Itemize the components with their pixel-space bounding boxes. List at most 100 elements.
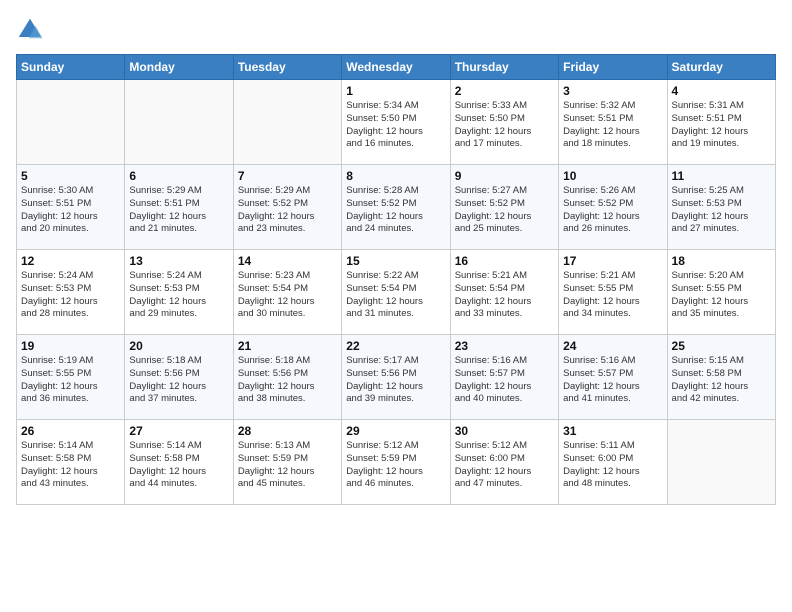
day-info: Sunrise: 5:28 AM Sunset: 5:52 PM Dayligh… bbox=[346, 185, 445, 236]
calendar-cell: 20 Sunrise: 5:18 AM Sunset: 5:56 PM Dayli… bbox=[125, 335, 233, 420]
day-number: 2 bbox=[455, 84, 554, 98]
calendar-cell: 7 Sunrise: 5:29 AM Sunset: 5:52 PM Daylig… bbox=[233, 165, 341, 250]
day-number: 16 bbox=[455, 254, 554, 268]
day-info: Sunrise: 5:18 AM Sunset: 5:56 PM Dayligh… bbox=[129, 355, 228, 406]
calendar-cell: 22 Sunrise: 5:17 AM Sunset: 5:56 PM Dayli… bbox=[342, 335, 450, 420]
calendar-cell: 27 Sunrise: 5:14 AM Sunset: 5:58 PM Dayli… bbox=[125, 420, 233, 505]
day-number: 27 bbox=[129, 424, 228, 438]
day-info: Sunrise: 5:16 AM Sunset: 5:57 PM Dayligh… bbox=[455, 355, 554, 406]
calendar-cell: 2 Sunrise: 5:33 AM Sunset: 5:50 PM Daylig… bbox=[450, 80, 558, 165]
weekday-header: Saturday bbox=[667, 55, 775, 80]
day-number: 22 bbox=[346, 339, 445, 353]
day-number: 30 bbox=[455, 424, 554, 438]
day-number: 20 bbox=[129, 339, 228, 353]
day-info: Sunrise: 5:30 AM Sunset: 5:51 PM Dayligh… bbox=[21, 185, 120, 236]
calendar-cell: 15 Sunrise: 5:22 AM Sunset: 5:54 PM Dayli… bbox=[342, 250, 450, 335]
day-number: 29 bbox=[346, 424, 445, 438]
calendar-cell: 25Sunrise: 5:15 AM Sunset: 5:58 PM Dayli… bbox=[667, 335, 775, 420]
calendar-cell bbox=[667, 420, 775, 505]
day-info: Sunrise: 5:26 AM Sunset: 5:52 PM Dayligh… bbox=[563, 185, 662, 236]
calendar-cell: 29 Sunrise: 5:12 AM Sunset: 5:59 PM Dayli… bbox=[342, 420, 450, 505]
calendar-cell: 31Sunrise: 5:11 AM Sunset: 6:00 PM Dayli… bbox=[559, 420, 667, 505]
calendar-cell: 3 Sunrise: 5:32 AM Sunset: 5:51 PM Daylig… bbox=[559, 80, 667, 165]
day-number: 15 bbox=[346, 254, 445, 268]
calendar-cell bbox=[17, 80, 125, 165]
calendar-cell bbox=[233, 80, 341, 165]
day-info: Sunrise: 5:14 AM Sunset: 5:58 PM Dayligh… bbox=[21, 440, 120, 491]
day-number: 13 bbox=[129, 254, 228, 268]
weekday-header: Tuesday bbox=[233, 55, 341, 80]
day-info: Sunrise: 5:17 AM Sunset: 5:56 PM Dayligh… bbox=[346, 355, 445, 406]
calendar-cell: 17 Sunrise: 5:21 AM Sunset: 5:55 PM Dayli… bbox=[559, 250, 667, 335]
day-number: 11 bbox=[672, 169, 771, 183]
weekday-header: Wednesday bbox=[342, 55, 450, 80]
day-info: Sunrise: 5:21 AM Sunset: 5:54 PM Dayligh… bbox=[455, 270, 554, 321]
logo bbox=[16, 16, 48, 44]
day-info: Sunrise: 5:29 AM Sunset: 5:51 PM Dayligh… bbox=[129, 185, 228, 236]
day-number: 23 bbox=[455, 339, 554, 353]
day-info: Sunrise: 5:29 AM Sunset: 5:52 PM Dayligh… bbox=[238, 185, 337, 236]
day-number: 7 bbox=[238, 169, 337, 183]
day-info: Sunrise: 5:24 AM Sunset: 5:53 PM Dayligh… bbox=[21, 270, 120, 321]
day-number: 18 bbox=[672, 254, 771, 268]
day-number: 5 bbox=[21, 169, 120, 183]
day-number: 4 bbox=[672, 84, 771, 98]
weekday-header: Sunday bbox=[17, 55, 125, 80]
day-info: Sunrise: 5:20 AM Sunset: 5:55 PM Dayligh… bbox=[672, 270, 771, 321]
day-number: 12 bbox=[21, 254, 120, 268]
day-number: 25 bbox=[672, 339, 771, 353]
calendar-table: SundayMondayTuesdayWednesdayThursdayFrid… bbox=[16, 54, 776, 505]
day-info: Sunrise: 5:16 AM Sunset: 5:57 PM Dayligh… bbox=[563, 355, 662, 406]
day-info: Sunrise: 5:12 AM Sunset: 5:59 PM Dayligh… bbox=[346, 440, 445, 491]
day-info: Sunrise: 5:22 AM Sunset: 5:54 PM Dayligh… bbox=[346, 270, 445, 321]
day-number: 3 bbox=[563, 84, 662, 98]
day-info: Sunrise: 5:34 AM Sunset: 5:50 PM Dayligh… bbox=[346, 100, 445, 151]
day-info: Sunrise: 5:27 AM Sunset: 5:52 PM Dayligh… bbox=[455, 185, 554, 236]
day-info: Sunrise: 5:18 AM Sunset: 5:56 PM Dayligh… bbox=[238, 355, 337, 406]
calendar-cell: 12 Sunrise: 5:24 AM Sunset: 5:53 PM Dayli… bbox=[17, 250, 125, 335]
day-info: Sunrise: 5:14 AM Sunset: 5:58 PM Dayligh… bbox=[129, 440, 228, 491]
day-number: 9 bbox=[455, 169, 554, 183]
day-info: Sunrise: 5:21 AM Sunset: 5:55 PM Dayligh… bbox=[563, 270, 662, 321]
day-number: 24 bbox=[563, 339, 662, 353]
calendar-cell: 16 Sunrise: 5:21 AM Sunset: 5:54 PM Dayli… bbox=[450, 250, 558, 335]
day-info: Sunrise: 5:24 AM Sunset: 5:53 PM Dayligh… bbox=[129, 270, 228, 321]
calendar-cell: 4Sunrise: 5:31 AM Sunset: 5:51 PM Daylig… bbox=[667, 80, 775, 165]
weekday-header: Friday bbox=[559, 55, 667, 80]
calendar-cell: 6 Sunrise: 5:29 AM Sunset: 5:51 PM Daylig… bbox=[125, 165, 233, 250]
day-info: Sunrise: 5:13 AM Sunset: 5:59 PM Dayligh… bbox=[238, 440, 337, 491]
calendar-cell: 18 Sunrise: 5:20 AM Sunset: 5:55 PM Dayli… bbox=[667, 250, 775, 335]
calendar-cell: 19 Sunrise: 5:19 AM Sunset: 5:55 PM Dayli… bbox=[17, 335, 125, 420]
calendar-cell: 28 Sunrise: 5:13 AM Sunset: 5:59 PM Dayli… bbox=[233, 420, 341, 505]
calendar-cell: 11 Sunrise: 5:25 AM Sunset: 5:53 PM Dayli… bbox=[667, 165, 775, 250]
logo-icon bbox=[16, 16, 44, 44]
day-number: 26 bbox=[21, 424, 120, 438]
day-number: 1 bbox=[346, 84, 445, 98]
day-number: 14 bbox=[238, 254, 337, 268]
day-info: Sunrise: 5:25 AM Sunset: 5:53 PM Dayligh… bbox=[672, 185, 771, 236]
day-number: 21 bbox=[238, 339, 337, 353]
calendar-cell: 13 Sunrise: 5:24 AM Sunset: 5:53 PM Dayli… bbox=[125, 250, 233, 335]
calendar-cell: 14 Sunrise: 5:23 AM Sunset: 5:54 PM Dayli… bbox=[233, 250, 341, 335]
day-number: 17 bbox=[563, 254, 662, 268]
page-header bbox=[16, 16, 776, 44]
calendar-cell bbox=[125, 80, 233, 165]
calendar-cell: 9 Sunrise: 5:27 AM Sunset: 5:52 PM Daylig… bbox=[450, 165, 558, 250]
calendar-cell: 10Sunrise: 5:26 AM Sunset: 5:52 PM Dayli… bbox=[559, 165, 667, 250]
calendar-cell: 8 Sunrise: 5:28 AM Sunset: 5:52 PM Daylig… bbox=[342, 165, 450, 250]
day-number: 28 bbox=[238, 424, 337, 438]
day-number: 8 bbox=[346, 169, 445, 183]
weekday-header: Monday bbox=[125, 55, 233, 80]
calendar-cell: 30 Sunrise: 5:12 AM Sunset: 6:00 PM Dayli… bbox=[450, 420, 558, 505]
calendar-cell: 21 Sunrise: 5:18 AM Sunset: 5:56 PM Dayli… bbox=[233, 335, 341, 420]
day-info: Sunrise: 5:19 AM Sunset: 5:55 PM Dayligh… bbox=[21, 355, 120, 406]
day-number: 19 bbox=[21, 339, 120, 353]
calendar-cell: 26 Sunrise: 5:14 AM Sunset: 5:58 PM Dayli… bbox=[17, 420, 125, 505]
day-info: Sunrise: 5:23 AM Sunset: 5:54 PM Dayligh… bbox=[238, 270, 337, 321]
calendar-cell: 1 Sunrise: 5:34 AM Sunset: 5:50 PM Daylig… bbox=[342, 80, 450, 165]
day-info: Sunrise: 5:33 AM Sunset: 5:50 PM Dayligh… bbox=[455, 100, 554, 151]
day-info: Sunrise: 5:11 AM Sunset: 6:00 PM Dayligh… bbox=[563, 440, 662, 491]
day-info: Sunrise: 5:32 AM Sunset: 5:51 PM Dayligh… bbox=[563, 100, 662, 151]
day-number: 6 bbox=[129, 169, 228, 183]
day-info: Sunrise: 5:12 AM Sunset: 6:00 PM Dayligh… bbox=[455, 440, 554, 491]
